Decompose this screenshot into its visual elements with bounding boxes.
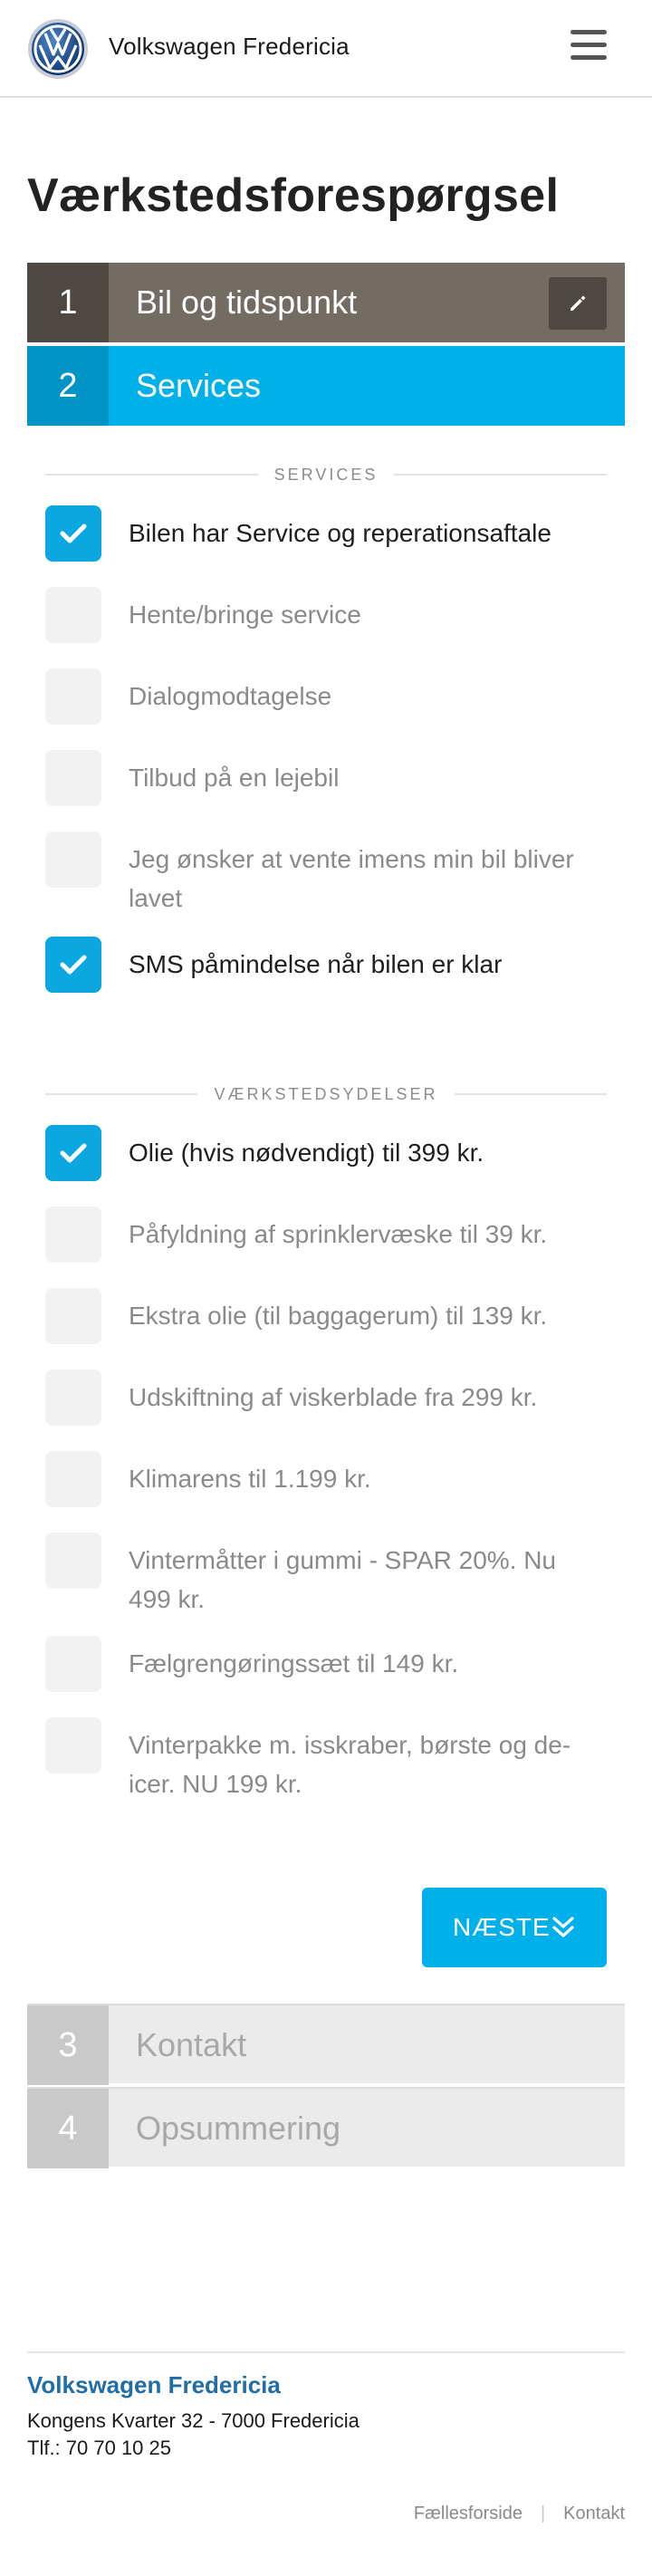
checkbox[interactable] <box>45 831 101 888</box>
divider <box>45 1093 198 1095</box>
checkbox-label: Vinterpakke m. isskraber, børste og de-i… <box>129 1731 571 1798</box>
services-heading: SERVICES <box>45 464 608 485</box>
checkbox[interactable] <box>45 1370 101 1426</box>
service-checkbox-item[interactable]: Tilbud på en lejebil <box>45 750 607 806</box>
service-checkbox-item[interactable]: Jeg ønsker at vente imens min bil bliver… <box>45 831 607 918</box>
footer-link-kontakt[interactable]: Kontakt <box>563 2504 625 2524</box>
footer-links: Fællesforside | Kontakt <box>414 2504 625 2524</box>
double-chevron-down-icon <box>552 1917 574 1937</box>
step-number: 3 <box>27 2005 109 2085</box>
service-checkbox-item[interactable]: SMS påmindelse når bilen er klar <box>45 937 607 993</box>
checkbox[interactable] <box>45 1288 101 1344</box>
footer-link-separator: | <box>540 2504 546 2523</box>
checkbox[interactable] <box>45 1636 101 1692</box>
service-checkbox-item[interactable]: Hente/bringe service <box>45 587 607 643</box>
checkbox-checked[interactable] <box>45 505 101 562</box>
checkbox-label: Olie (hvis nødvendigt) til 399 kr. <box>129 1139 484 1167</box>
checkbox-label: Påfyldning af sprinklervæske til 39 kr. <box>129 1220 548 1248</box>
step-label: Services <box>136 367 262 404</box>
checkbox[interactable] <box>45 750 101 806</box>
checkbox[interactable] <box>45 1533 101 1589</box>
extra-checkbox-item[interactable]: Vintermåtter i gummi - SPAR 20%. Nu 499 … <box>45 1533 607 1619</box>
service-checkbox-item[interactable]: Bilen har Service og reperationsaftale <box>45 505 607 562</box>
footer-phone: Tlf.: 70 70 10 25 <box>27 2437 171 2459</box>
checkbox-label: Udskiftning af viskerblade fra 299 kr. <box>129 1383 538 1411</box>
checkbox-label: Ekstra olie (til baggagerum) til 139 kr. <box>129 1302 548 1330</box>
service-checkbox-item[interactable]: Dialogmodtagelse <box>45 668 607 725</box>
extra-checkbox-item[interactable]: Påfyldning af sprinklervæske til 39 kr. <box>45 1206 607 1263</box>
checkbox-label: Tilbud på en lejebil <box>129 764 340 792</box>
checkbox-label: Vintermåtter i gummi - SPAR 20%. Nu 499 … <box>129 1546 557 1613</box>
checkbox-label: Fælgrengøringssæt til 149 kr. <box>129 1649 459 1677</box>
step-services[interactable]: 2 Services <box>27 346 625 426</box>
brand-name[interactable]: Volkswagen Fredericia <box>109 33 350 61</box>
checkmark-icon <box>60 955 87 975</box>
hamburger-menu-icon[interactable] <box>569 27 609 63</box>
divider <box>45 474 258 476</box>
section-heading-text: SERVICES <box>273 465 379 484</box>
checkbox-label: Dialogmodtagelse <box>129 682 332 710</box>
checkbox-label: SMS påmindelse når bilen er klar <box>129 950 503 978</box>
checkbox-label: Bilen har Service og reperationsaftale <box>129 519 551 547</box>
checkbox-label: Klimarens til 1.199 kr. <box>129 1465 371 1493</box>
step-label: Bil og tidspunkt <box>136 284 358 321</box>
checkbox[interactable] <box>45 587 101 643</box>
pencil-icon <box>570 295 586 311</box>
step-number: 1 <box>27 263 109 342</box>
edit-step-button[interactable] <box>549 277 607 330</box>
checkmark-icon <box>60 1143 87 1163</box>
extras-heading: VÆRKSTEDSYDELSER <box>45 1083 607 1105</box>
step-number: 4 <box>27 2089 109 2168</box>
next-button[interactable]: NÆSTE <box>422 1888 607 1967</box>
vw-logo-icon[interactable] <box>27 18 89 80</box>
footer-dealer-name[interactable]: Volkswagen Fredericia <box>27 2371 281 2399</box>
checkbox-checked[interactable] <box>45 937 101 993</box>
divider <box>454 1093 607 1095</box>
step-opsummering: 4 Opsummering <box>27 2087 625 2168</box>
checkmark-icon <box>60 524 87 543</box>
step-number: 2 <box>27 346 109 426</box>
extra-checkbox-item[interactable]: Vinterpakke m. isskraber, børste og de-i… <box>45 1717 607 1803</box>
step-label: Kontakt <box>136 2026 247 2063</box>
checkbox-label: Hente/bringe service <box>129 601 361 629</box>
step-label: Opsummering <box>136 2110 341 2147</box>
footer-address: Kongens Kvarter 32 - 7000 Fredericia <box>27 2409 360 2432</box>
divider <box>394 474 608 476</box>
checkbox[interactable] <box>45 1206 101 1263</box>
section-heading-text: VÆRKSTEDSYDELSER <box>214 1084 438 1103</box>
extra-checkbox-item[interactable]: Fælgrengøringssæt til 149 kr. <box>45 1636 607 1692</box>
checkbox-checked[interactable] <box>45 1125 101 1181</box>
footer-link-faellesforside[interactable]: Fællesforside <box>414 2504 523 2524</box>
checkbox[interactable] <box>45 668 101 725</box>
checkbox-label: Jeg ønsker at vente imens min bil bliver… <box>129 845 574 912</box>
step-bil-og-tidspunkt[interactable]: 1 Bil og tidspunkt <box>27 263 625 342</box>
extra-checkbox-item[interactable]: Ekstra olie (til baggagerum) til 139 kr. <box>45 1288 607 1344</box>
checkbox[interactable] <box>45 1717 101 1773</box>
footer-divider <box>27 2351 625 2353</box>
checkbox[interactable] <box>45 1451 101 1507</box>
extra-checkbox-item[interactable]: Olie (hvis nødvendigt) til 399 kr. <box>45 1125 607 1181</box>
extra-checkbox-item[interactable]: Udskiftning af viskerblade fra 299 kr. <box>45 1370 607 1426</box>
next-button-label: NÆSTE <box>453 1913 551 1941</box>
extra-checkbox-item[interactable]: Klimarens til 1.199 kr. <box>45 1451 607 1507</box>
page-title: Værkstedsforespørgsel <box>27 169 560 222</box>
step-kontakt: 3 Kontakt <box>27 2004 625 2085</box>
site-header: Volkswagen Fredericia <box>0 0 652 98</box>
